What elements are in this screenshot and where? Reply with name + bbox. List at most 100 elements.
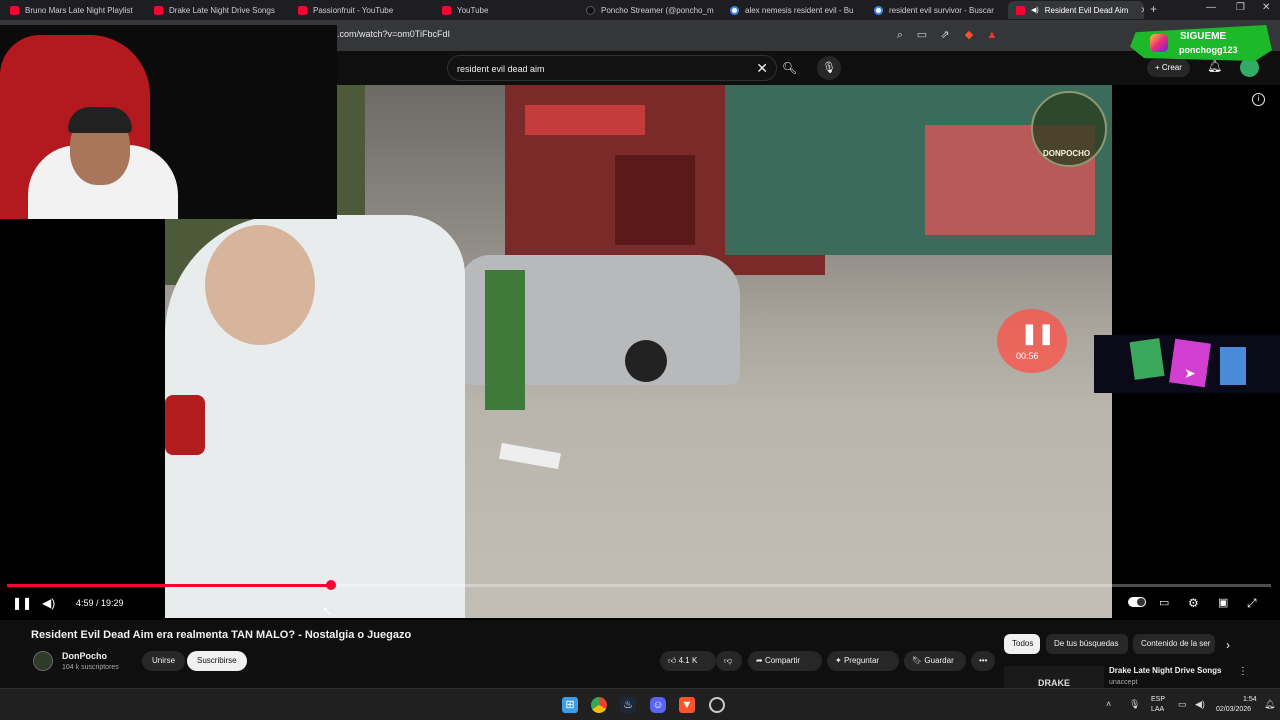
autoplay-toggle[interactable] [1128,596,1146,610]
subscriber-count: 104 k suscriptores [62,664,119,671]
more-actions-button[interactable]: ••• [971,651,995,671]
tab-passionfruit[interactable]: Passionfruit - YouTube [290,1,430,19]
subscribe-button[interactable]: Suscribirse [187,651,247,671]
steam-icon[interactable]: ♨ [620,697,636,713]
zoom-icon[interactable]: ⌕ [893,28,907,42]
windows-taskbar [0,688,1280,720]
fullscreen-icon[interactable]: ⤢ [1247,596,1257,611]
chip-series-content[interactable]: Contenido de la ser [1133,634,1215,654]
minimize-button[interactable]: — [1206,2,1216,13]
search-input[interactable]: resident evil dead aim [457,64,545,74]
share-button[interactable]: ➦ Compartir [748,651,822,671]
volume-icon[interactable]: ◀) [42,596,55,610]
pause-icon: ❚❚ [1021,323,1055,345]
chrome-icon[interactable] [591,697,607,713]
keyboard-layout-indicator[interactable]: LAA [1151,706,1164,713]
microphone-icon[interactable]: 🎙︎ [817,56,841,80]
brave-rewards-icon[interactable]: ▲ [985,28,999,42]
google-icon [874,5,883,15]
logo-text: DONPOCHO [1043,149,1091,158]
tray-chevron-up-icon[interactable]: ˄ [1106,699,1111,709]
google-icon [730,5,739,15]
recommendation-thumbnail[interactable]: DRAKE [1004,666,1104,688]
recommendation-title[interactable]: Drake Late Night Drive Songs [1109,666,1221,675]
sparkle-icon: ✦ [835,656,844,665]
cast-icon[interactable]: ▭ [915,28,929,42]
save-button[interactable]: 🔖︎ Guardar [904,651,966,671]
clock-time[interactable]: 1:54 [1243,696,1257,703]
language-indicator[interactable]: ESP [1151,696,1165,703]
subtitles-icon[interactable]: ▭ [1159,596,1169,609]
car-wheel [625,340,667,382]
windows-start-icon[interactable]: ⊞ [562,697,578,713]
close-window-button[interactable]: ✕ [1262,2,1270,13]
like-button[interactable]: 👍︎ 4.1 K [660,651,716,671]
tab-label: Passionfruit - YouTube [313,5,394,15]
speaker-icon[interactable]: ◀) [1195,699,1205,710]
info-icon[interactable]: i [1252,93,1265,106]
tab-bruno-mars[interactable]: Bruno Mars Late Night Playlist [2,1,142,19]
progress-bar[interactable] [7,580,1271,590]
create-label: Crear [1161,63,1182,72]
tab-label: Drake Late Night Drive Songs [169,5,275,15]
app-icon[interactable] [709,697,725,713]
discord-icon[interactable]: ☺ [650,697,666,713]
brave-shield-icon[interactable]: ◆ [962,28,976,42]
pause-button[interactable]: ❚❚ [12,596,32,610]
follow-title: SIGUEME [1180,31,1227,42]
plus-icon: + [1155,63,1162,72]
share-arrow-icon: ➦ [756,656,765,665]
join-button[interactable]: Unirse [142,651,186,671]
new-tab-button[interactable]: + [1150,2,1157,16]
tab-google-nemesis[interactable]: alex nemesis resident evil - Bu [722,1,862,19]
card-image [1220,347,1246,385]
streamer-hair [68,107,132,133]
recommendation-channel: unaccept [1109,679,1138,686]
scrubber-knob[interactable] [325,580,336,590]
network-icon[interactable]: ▭ [1178,699,1187,710]
pause-timer-overlay: ❚❚ 00:56 [997,309,1067,373]
tab-youtube[interactable]: YouTube [434,1,574,19]
like-count: 4.1 K [678,656,698,665]
youtube-icon [442,5,451,15]
tab-drake[interactable]: Drake Late Night Drive Songs [146,1,286,19]
tab-tiktok[interactable]: Poncho Streamer (@poncho_m [578,1,718,19]
donpocho-logo: DONPOCHO [1031,91,1107,167]
tab-resident-evil-active[interactable]: ◀) Resident Evil Dead Aim ✕ [1008,1,1144,19]
audio-icon: ◀) [1031,7,1039,14]
chip-from-searches[interactable]: De tus búsquedas [1046,634,1128,654]
search-box[interactable]: resident evil dead aim ✕ [447,55,777,81]
ask-button[interactable]: ✦ Preguntar [827,651,899,671]
microphone-tray-icon[interactable]: 🎙︎ [1129,699,1140,710]
share-icon[interactable]: ⇗ [938,28,952,42]
clock-date[interactable]: 02/03/2026 [1216,706,1251,713]
chip-all[interactable]: Todos [1004,634,1040,654]
create-button[interactable]: + Crear [1147,59,1190,77]
browser-tab-strip: Bruno Mars Late Night Playlist Drake Lat… [0,0,1280,20]
channel-name[interactable]: DonPocho [62,651,107,661]
notifications-icon[interactable]: 🔔︎ [1264,699,1275,710]
settings-gear-icon[interactable]: ⚙ [1188,596,1199,610]
video-title: Resident Evil Dead Aim era realmenta TAN… [31,629,412,641]
follow-handle: ponchogg123 [1179,45,1238,55]
tab-label: alex nemesis resident evil - Bu [745,5,854,15]
card-image [1129,338,1165,380]
dislike-button[interactable]: 👎︎ [716,651,742,671]
tab-label: resident evil survivor - Buscar [889,5,994,15]
search-icon[interactable]: 🔍︎ [777,55,802,81]
channel-avatar[interactable] [33,651,53,671]
phone [499,442,561,470]
chevron-right-icon[interactable]: › [1226,638,1230,652]
clear-search-icon[interactable]: ✕ [756,60,768,77]
woman-face [205,225,315,345]
miniplayer-icon[interactable]: ▣ [1218,596,1228,609]
red-car [165,395,205,455]
brave-icon[interactable]: ▼ [679,697,695,713]
more-vertical-icon[interactable]: ⋮ [1238,666,1248,677]
tab-google-survivor[interactable]: resident evil survivor - Buscar [866,1,1006,19]
maximize-button[interactable]: ❐ [1236,2,1245,13]
notifications-bell-icon[interactable]: 🔔︎ [1207,59,1222,73]
close-icon[interactable]: ✕ [1140,5,1144,16]
webcam-overlay [0,25,337,219]
url-field[interactable]: .com/watch?v=om0TiFbcFdI [337,29,450,39]
